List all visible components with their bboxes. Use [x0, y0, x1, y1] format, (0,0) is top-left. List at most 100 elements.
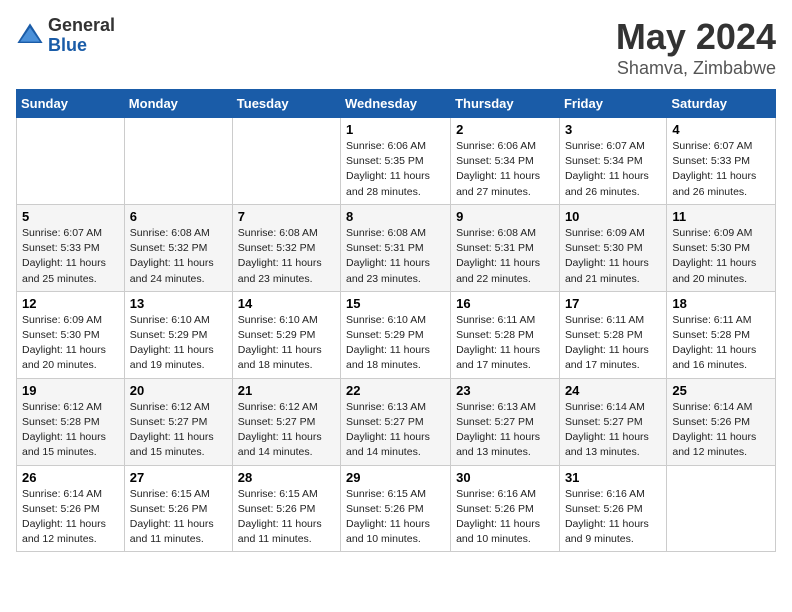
header-thursday: Thursday	[451, 90, 560, 118]
page-header: General Blue May 2024 Shamva, Zimbabwe	[16, 16, 776, 79]
day-info: Sunrise: 6:06 AMSunset: 5:34 PMDaylight:…	[456, 139, 554, 200]
day-cell: 5 Sunrise: 6:07 AMSunset: 5:33 PMDaylight…	[17, 204, 125, 291]
day-cell: 27 Sunrise: 6:15 AMSunset: 5:26 PMDayligh…	[124, 465, 232, 552]
day-cell: 16 Sunrise: 6:11 AMSunset: 5:28 PMDayligh…	[451, 291, 560, 378]
day-info: Sunrise: 6:14 AMSunset: 5:26 PMDaylight:…	[22, 487, 119, 548]
day-cell: 4Sunrise: 6:07 AMSunset: 5:33 PMDaylight…	[667, 118, 776, 205]
week-row-5: 26 Sunrise: 6:14 AMSunset: 5:26 PMDayligh…	[17, 465, 776, 552]
logo: General Blue	[16, 16, 115, 56]
logo-blue: Blue	[48, 36, 115, 56]
day-number: 31	[565, 470, 661, 485]
day-number: 17	[565, 296, 661, 311]
day-number: 28	[238, 470, 335, 485]
day-info: Sunrise: 6:12 AMSunset: 5:28 PMDaylight:…	[22, 400, 119, 461]
day-info: Sunrise: 6:16 AMSunset: 5:26 PMDaylight:…	[565, 487, 661, 548]
day-number: 14	[238, 296, 335, 311]
day-info: Sunrise: 6:11 AMSunset: 5:28 PMDaylight:…	[565, 313, 661, 374]
day-cell: 9 Sunrise: 6:08 AMSunset: 5:31 PMDaylight…	[451, 204, 560, 291]
day-cell: 10 Sunrise: 6:09 AMSunset: 5:30 PMDayligh…	[559, 204, 666, 291]
week-row-1: 1 Sunrise: 6:06 AMSunset: 5:35 PMDaylight…	[17, 118, 776, 205]
day-cell: 21 Sunrise: 6:12 AMSunset: 5:27 PMDayligh…	[232, 378, 340, 465]
day-info: Sunrise: 6:09 AMSunset: 5:30 PMDaylight:…	[672, 226, 770, 287]
day-info: Sunrise: 6:09 AMSunset: 5:30 PMDaylight:…	[22, 313, 119, 374]
day-cell: 26 Sunrise: 6:14 AMSunset: 5:26 PMDayligh…	[17, 465, 125, 552]
header-saturday: Saturday	[667, 90, 776, 118]
day-info: Sunrise: 6:10 AMSunset: 5:29 PMDaylight:…	[130, 313, 227, 374]
sub-title: Shamva, Zimbabwe	[616, 58, 776, 79]
day-cell: 17 Sunrise: 6:11 AMSunset: 5:28 PMDayligh…	[559, 291, 666, 378]
day-cell: 2Sunrise: 6:06 AMSunset: 5:34 PMDaylight…	[451, 118, 560, 205]
header-tuesday: Tuesday	[232, 90, 340, 118]
day-cell: 19 Sunrise: 6:12 AMSunset: 5:28 PMDayligh…	[17, 378, 125, 465]
day-info: Sunrise: 6:11 AMSunset: 5:28 PMDaylight:…	[456, 313, 554, 374]
day-number: 30	[456, 470, 554, 485]
main-title: May 2024	[616, 16, 776, 58]
day-number: 23	[456, 383, 554, 398]
day-cell: 22 Sunrise: 6:13 AMSunset: 5:27 PMDayligh…	[341, 378, 451, 465]
header-wednesday: Wednesday	[341, 90, 451, 118]
day-info: Sunrise: 6:07 AMSunset: 5:33 PMDaylight:…	[22, 226, 119, 287]
header-monday: Monday	[124, 90, 232, 118]
day-number: 24	[565, 383, 661, 398]
day-info: Sunrise: 6:08 AMSunset: 5:31 PMDaylight:…	[456, 226, 554, 287]
day-cell: 14Sunrise: 6:10 AMSunset: 5:29 PMDayligh…	[232, 291, 340, 378]
day-cell: 6Sunrise: 6:08 AMSunset: 5:32 PMDaylight…	[124, 204, 232, 291]
day-number: 11	[672, 209, 770, 224]
day-info: Sunrise: 6:13 AMSunset: 5:27 PMDaylight:…	[456, 400, 554, 461]
day-info: Sunrise: 6:07 AMSunset: 5:33 PMDaylight:…	[672, 139, 770, 200]
header-friday: Friday	[559, 90, 666, 118]
day-info: Sunrise: 6:10 AMSunset: 5:29 PMDaylight:…	[346, 313, 445, 374]
week-row-2: 5 Sunrise: 6:07 AMSunset: 5:33 PMDaylight…	[17, 204, 776, 291]
day-cell: 7Sunrise: 6:08 AMSunset: 5:32 PMDaylight…	[232, 204, 340, 291]
day-info: Sunrise: 6:13 AMSunset: 5:27 PMDaylight:…	[346, 400, 445, 461]
day-number: 10	[565, 209, 661, 224]
day-info: Sunrise: 6:07 AMSunset: 5:34 PMDaylight:…	[565, 139, 661, 200]
day-cell: 30Sunrise: 6:16 AMSunset: 5:26 PMDayligh…	[451, 465, 560, 552]
day-number: 3	[565, 122, 661, 137]
day-number: 15	[346, 296, 445, 311]
day-cell: 28 Sunrise: 6:15 AMSunset: 5:26 PMDayligh…	[232, 465, 340, 552]
logo-icon	[16, 22, 44, 50]
day-cell: 24 Sunrise: 6:14 AMSunset: 5:27 PMDayligh…	[559, 378, 666, 465]
header-row: SundayMondayTuesdayWednesdayThursdayFrid…	[17, 90, 776, 118]
day-cell: 3 Sunrise: 6:07 AMSunset: 5:34 PMDaylight…	[559, 118, 666, 205]
logo-text: General Blue	[48, 16, 115, 56]
day-info: Sunrise: 6:06 AMSunset: 5:35 PMDaylight:…	[346, 139, 445, 200]
day-number: 5	[22, 209, 119, 224]
day-number: 26	[22, 470, 119, 485]
day-number: 1	[346, 122, 445, 137]
logo-general: General	[48, 16, 115, 36]
day-cell: 8Sunrise: 6:08 AMSunset: 5:31 PMDaylight…	[341, 204, 451, 291]
day-cell: 12 Sunrise: 6:09 AMSunset: 5:30 PMDayligh…	[17, 291, 125, 378]
day-number: 27	[130, 470, 227, 485]
day-cell: 29 Sunrise: 6:15 AMSunset: 5:26 PMDayligh…	[341, 465, 451, 552]
day-info: Sunrise: 6:09 AMSunset: 5:30 PMDaylight:…	[565, 226, 661, 287]
calendar-table: SundayMondayTuesdayWednesdayThursdayFrid…	[16, 89, 776, 552]
day-number: 9	[456, 209, 554, 224]
day-cell: 23 Sunrise: 6:13 AMSunset: 5:27 PMDayligh…	[451, 378, 560, 465]
day-number: 6	[130, 209, 227, 224]
day-cell: 1 Sunrise: 6:06 AMSunset: 5:35 PMDaylight…	[341, 118, 451, 205]
day-info: Sunrise: 6:14 AMSunset: 5:26 PMDaylight:…	[672, 400, 770, 461]
day-info: Sunrise: 6:15 AMSunset: 5:26 PMDaylight:…	[238, 487, 335, 548]
day-info: Sunrise: 6:15 AMSunset: 5:26 PMDaylight:…	[346, 487, 445, 548]
day-cell: 31 Sunrise: 6:16 AMSunset: 5:26 PMDayligh…	[559, 465, 666, 552]
day-number: 22	[346, 383, 445, 398]
day-number: 29	[346, 470, 445, 485]
day-info: Sunrise: 6:14 AMSunset: 5:27 PMDaylight:…	[565, 400, 661, 461]
day-info: Sunrise: 6:08 AMSunset: 5:32 PMDaylight:…	[238, 226, 335, 287]
day-number: 13	[130, 296, 227, 311]
day-info: Sunrise: 6:15 AMSunset: 5:26 PMDaylight:…	[130, 487, 227, 548]
day-cell: 20Sunrise: 6:12 AMSunset: 5:27 PMDayligh…	[124, 378, 232, 465]
day-number: 19	[22, 383, 119, 398]
day-number: 21	[238, 383, 335, 398]
day-info: Sunrise: 6:12 AMSunset: 5:27 PMDaylight:…	[130, 400, 227, 461]
header-sunday: Sunday	[17, 90, 125, 118]
week-row-4: 19 Sunrise: 6:12 AMSunset: 5:28 PMDayligh…	[17, 378, 776, 465]
day-info: Sunrise: 6:12 AMSunset: 5:27 PMDaylight:…	[238, 400, 335, 461]
day-number: 8	[346, 209, 445, 224]
day-cell	[232, 118, 340, 205]
day-cell	[17, 118, 125, 205]
day-number: 12	[22, 296, 119, 311]
day-number: 16	[456, 296, 554, 311]
